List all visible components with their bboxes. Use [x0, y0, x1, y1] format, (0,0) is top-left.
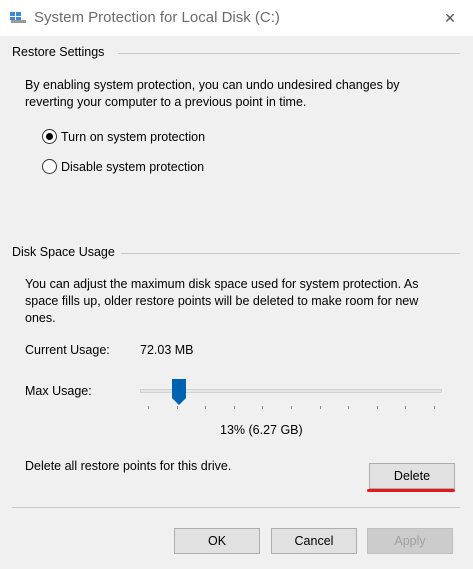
slider-tick: [348, 406, 350, 409]
footer-separator: [12, 507, 460, 508]
slider-tick: [148, 406, 149, 409]
slider-tick: [262, 406, 264, 409]
slider-tick: [176, 406, 178, 409]
max-usage-label: Max Usage:: [25, 384, 92, 398]
cancel-button[interactable]: Cancel: [271, 528, 357, 554]
close-icon: ✕: [444, 9, 456, 26]
ok-button[interactable]: OK: [174, 528, 260, 554]
annotation-underline: [367, 489, 455, 492]
restore-settings-header: Restore Settings: [12, 45, 105, 59]
apply-button[interactable]: Apply: [367, 528, 453, 554]
radio-button-unselected[interactable]: [42, 159, 57, 174]
disk-space-usage-header: Disk Space Usage: [12, 245, 115, 259]
restore-desc-line-2: reverting your computer to a previous po…: [25, 95, 307, 109]
current-usage-value: 72.03 MB: [140, 343, 194, 357]
slider-tick: [434, 406, 435, 409]
radio-button-selected[interactable]: [42, 129, 57, 144]
slider-tick: [405, 406, 407, 409]
slider-tick: [233, 406, 235, 409]
radio-turn-on-protection[interactable]: Turn on system protection: [42, 129, 205, 144]
radio-disable-protection[interactable]: Disable system protection: [42, 159, 204, 174]
restore-settings-divider: [118, 53, 460, 54]
radio-label-disable: Disable system protection: [61, 159, 205, 174]
disk-desc-line-3: ones.: [25, 311, 56, 325]
disk-space-divider: [121, 253, 460, 254]
disk-desc-line-2: space fills up, older restore points wil…: [25, 294, 419, 308]
slider-tick: [205, 406, 207, 409]
window-title: System Protection for Local Disk (C:): [34, 9, 280, 26]
title-bar: System Protection for Local Disk (C:) ✕: [0, 0, 473, 36]
slider-tick: [291, 406, 292, 409]
slider-tick: [319, 406, 321, 409]
restore-desc-line-1: By enabling system protection, you can u…: [25, 78, 400, 92]
radio-label-turn-on: Turn on system protection: [61, 129, 206, 144]
disk-space-description: You can adjust the maximum disk space us…: [25, 276, 418, 327]
restore-settings-description: By enabling system protection, you can u…: [25, 77, 400, 111]
delete-description: Delete all restore points for this drive…: [25, 459, 232, 473]
max-usage-value: 13% (6.27 GB): [220, 423, 303, 437]
slider-tick: [376, 406, 378, 409]
drive-icon: [10, 12, 26, 23]
disk-desc-line-1: You can adjust the maximum disk space us…: [25, 277, 419, 291]
delete-button[interactable]: Delete: [369, 463, 455, 489]
close-button[interactable]: ✕: [427, 0, 473, 36]
max-usage-slider-thumb[interactable]: [172, 379, 187, 405]
current-usage-label: Current Usage:: [25, 343, 110, 357]
